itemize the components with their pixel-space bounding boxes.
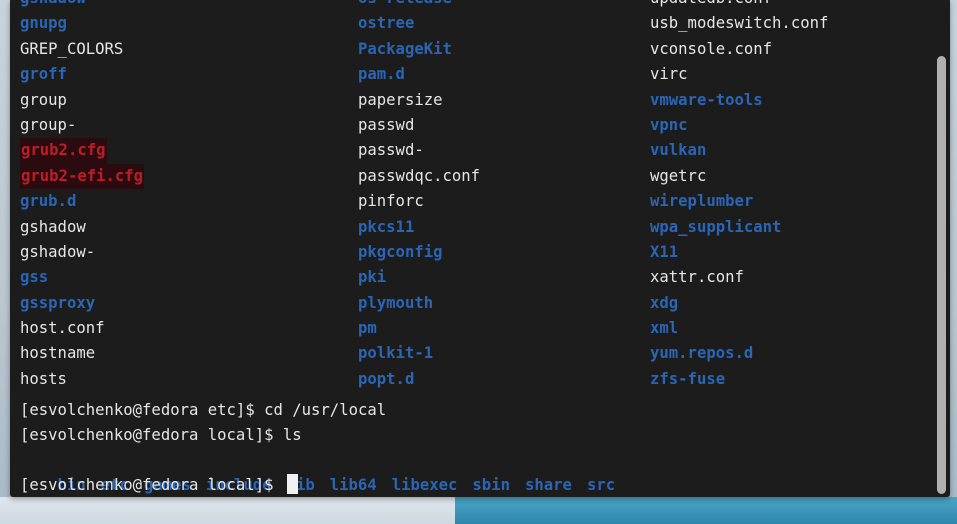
listing-row: group papersize vmware-tools [20,88,763,113]
listing-entry: grub2-efi.cfg [20,163,145,190]
listing-entry: xattr.conf [650,268,744,287]
listing-entry: pinforc [358,192,424,211]
listing-entry: xml [650,319,679,338]
listing-row: GREP_COLORS PackageKit vconsole.conf [20,37,772,62]
listing-entry: updatedb.conf [650,0,772,11]
listing-entry: hostname [20,344,96,363]
listing-entry: os-release [358,0,452,11]
listing-row: group- passwd vpnc [20,113,688,138]
listing-entry: pkgconfig [358,242,443,261]
listing-entry: vulkan [650,141,707,160]
listing-row: gnupg ostree usb_modeswitch.conf [20,11,828,36]
listing-entry: usb_modeswitch.conf [650,14,829,33]
listing-entry: grub2.cfg [20,138,107,164]
ls-entry: sbin [472,476,510,495]
ls-entry: libexec [391,476,458,495]
listing-entry: pki [358,268,387,287]
listing-entry: popt.d [358,369,415,388]
current-prompt[interactable]: [esvolchenko@fedora local]$ [20,473,298,497]
listing-entry: grub.d [20,192,77,211]
listing-entry: pm [358,319,377,338]
listing-entry: gshadow [20,0,86,11]
listing-row: grub2-efi.cfg passwdqc.conf wgetrc [20,163,706,190]
terminal-window[interactable]: gshadow os-release updatedb.conf gnupg o… [10,0,950,497]
desktop-background [0,497,455,524]
listing-entry: vconsole.conf [650,39,773,58]
listing-entry: group- [20,115,77,134]
listing-entry: group [20,90,67,109]
listing-entry: pam.d [358,65,405,84]
scrollbar[interactable] [937,30,946,495]
listing-entry: pkcs11 [358,217,415,236]
listing-row: groff pam.d virc [20,62,688,87]
listing-entry: groff [20,65,67,84]
listing-entry: polkit-1 [358,344,434,363]
command-line-ls: [esvolchenko@fedora local]$ ls [20,426,302,444]
listing-row: hosts popt.d zfs-fuse [20,367,725,392]
listing-entry: passwd- [358,141,424,160]
listing-row: grub.d pinforc wireplumber [20,189,753,214]
listing-entry: vpnc [650,115,688,134]
listing-entry: plymouth [358,293,434,312]
listing-entry: zfs-fuse [650,369,726,388]
listing-entry: gssproxy [20,293,96,312]
listing-entry: wpa_supplicant [650,217,782,236]
prompt-text: [esvolchenko@fedora local]$ [20,476,283,494]
listing-entry: wireplumber [650,192,754,211]
ls-entry: share [524,476,572,495]
listing-entry: PackageKit [358,39,452,58]
listing-row: gshadow pkcs11 wpa_supplicant [20,215,781,240]
listing-row: grub2.cfg passwd- vulkan [20,138,706,164]
listing-entry: papersize [358,90,443,109]
listing-entry: xdg [650,293,679,312]
listing-entry: GREP_COLORS [20,39,124,58]
listing-row: gshadow- pkgconfig X11 [20,240,678,265]
listing-entry: passwdqc.conf [358,166,481,185]
listing-row: gssproxy plymouth xdg [20,291,678,316]
listing-entry: vmware-tools [650,90,763,109]
listing-entry: X11 [650,242,679,261]
listing-entry: gshadow- [20,242,96,261]
listing-entry: ostree [358,14,415,33]
text-cursor [286,474,298,494]
listing-entry: passwd [358,115,415,134]
directory-listing: gshadow os-release updatedb.conf gnupg o… [20,0,828,392]
listing-entry: gshadow [20,217,86,236]
listing-entry: hosts [20,369,67,388]
ls-entry: src [586,476,616,495]
listing-entry: gnupg [20,14,67,33]
ls-entry: lib64 [329,476,377,495]
listing-row: gshadow os-release updatedb.conf [20,0,772,11]
listing-entry: gss [20,268,49,287]
desktop-panel [455,497,957,524]
listing-row: gss pki xattr.conf [20,265,744,290]
listing-row: host.conf pm xml [20,316,678,341]
listing-entry: host.conf [20,319,105,338]
listing-entry: yum.repos.d [650,344,754,363]
command-line-cd: [esvolchenko@fedora etc]$ cd /usr/local [20,401,387,419]
listing-row: hostname polkit-1 yum.repos.d [20,341,753,366]
scrollbar-thumb[interactable] [937,56,946,494]
listing-entry: virc [650,65,688,84]
listing-entry: wgetrc [650,166,707,185]
